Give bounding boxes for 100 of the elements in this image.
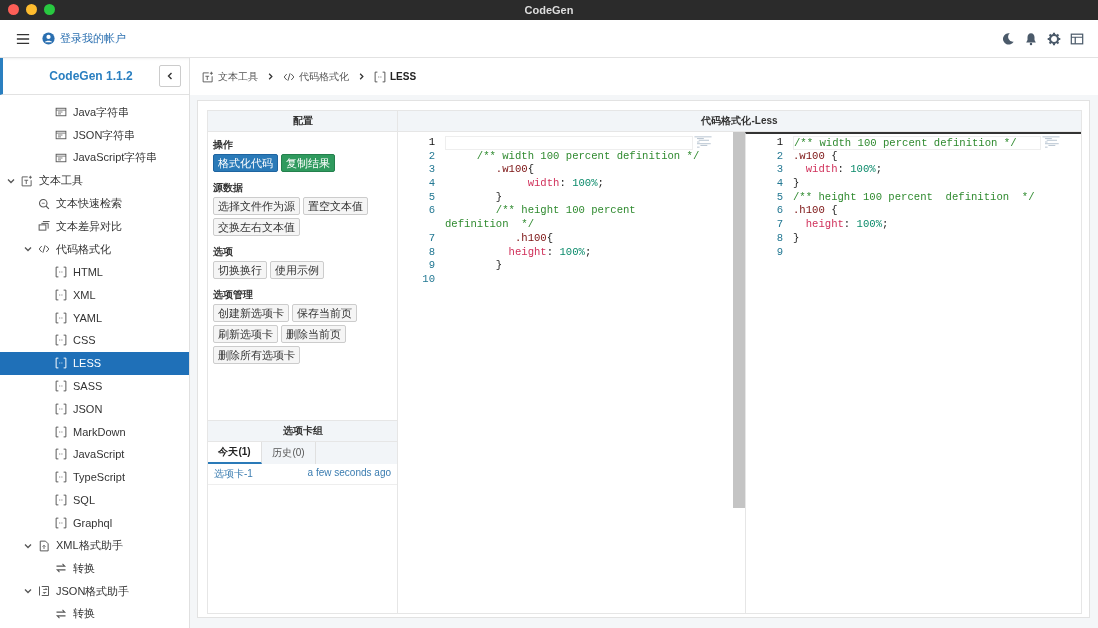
- tree-item[interactable]: XML: [0, 283, 189, 307]
- action-button[interactable]: 删除当前页: [281, 325, 346, 343]
- code-line: width: 100%;: [804, 163, 883, 176]
- code-line: /** height 100 percent definition */: [793, 190, 1035, 203]
- moon-icon[interactable]: [1001, 31, 1015, 46]
- column-header: 代码格式化-Less: [398, 111, 1081, 132]
- tree-item[interactable]: LESS: [0, 351, 189, 375]
- brackets-icon: [55, 402, 67, 415]
- action-button[interactable]: 切换换行: [213, 261, 267, 279]
- tree-item[interactable]: SQL: [0, 488, 189, 512]
- brackets-icon: [55, 265, 67, 278]
- line-number: 7: [775, 218, 783, 232]
- action-button[interactable]: 复制结果: [281, 154, 335, 172]
- code-line: .h100 {: [793, 204, 838, 217]
- brackets-icon: [55, 493, 67, 506]
- tree-item[interactable]: JavaScript: [0, 442, 189, 466]
- section-title: 选项管理: [213, 288, 254, 302]
- timestamp: a few seconds ago: [307, 467, 391, 480]
- tree-item[interactable]: Java字符串: [0, 101, 189, 124]
- tree-item[interactable]: 文本工具: [0, 169, 189, 193]
- tab[interactable]: 今天(1): [208, 442, 262, 464]
- code-line: }: [494, 190, 503, 203]
- code-line: /** height 100 percent: [494, 204, 636, 217]
- action-button[interactable]: 删除所有选项卡: [213, 346, 300, 364]
- brackets-icon: [55, 471, 67, 484]
- tree-item[interactable]: JavaScript字符串: [0, 146, 189, 170]
- tree-item[interactable]: JSON格式助手: [0, 579, 189, 603]
- chevron-left-icon: [165, 71, 175, 81]
- code-line: width: 100%;: [526, 177, 604, 190]
- brackets-icon: [55, 379, 67, 392]
- close-button[interactable]: [8, 4, 19, 15]
- code-line: .w100{: [494, 163, 534, 176]
- action-button[interactable]: 使用示例: [270, 261, 324, 279]
- code-line: /** width 100 percent definition */: [475, 149, 700, 162]
- code-line: definition */: [445, 218, 534, 231]
- login-link[interactable]: 登录我的帐户: [60, 31, 126, 46]
- tree-item[interactable]: 转换: [0, 556, 189, 580]
- collapse-button[interactable]: [159, 65, 181, 87]
- line-number: 8: [775, 231, 783, 246]
- action-button[interactable]: 置空文本值: [303, 197, 368, 215]
- settings-icon[interactable]: [1047, 31, 1061, 46]
- code-line: .h100{: [513, 231, 554, 244]
- action-button[interactable]: 选择文件作为源: [213, 197, 300, 215]
- action-button[interactable]: 创建新选项卡: [213, 304, 289, 322]
- minimize-button[interactable]: [26, 4, 37, 15]
- brackets-icon: [55, 334, 67, 347]
- code-line: /** width 100 percent definition */: [794, 137, 1017, 149]
- code-icon: [38, 243, 50, 256]
- line-number: 9: [775, 245, 783, 260]
- text-edit-icon: [202, 70, 214, 83]
- action-button[interactable]: 刷新选项卡: [213, 325, 278, 343]
- line-number: 1: [775, 136, 783, 150]
- action-button[interactable]: 保存当前页: [292, 304, 357, 322]
- line-number: 2: [775, 149, 783, 164]
- line-number: 8: [427, 245, 435, 260]
- code-line: height: 100%;: [507, 245, 592, 258]
- swap-icon: [55, 562, 67, 575]
- user-icon: [42, 32, 55, 45]
- tree-item[interactable]: 文本差异对比: [0, 215, 189, 238]
- tree-item[interactable]: 文本快速检索: [0, 192, 189, 215]
- tree-item[interactable]: JSON字符串: [0, 123, 189, 147]
- code-icon: [283, 70, 295, 83]
- menu-icon[interactable]: [16, 31, 30, 46]
- text-box-icon: [55, 129, 67, 142]
- section-title: 选项: [213, 245, 234, 259]
- maximize-button[interactable]: [44, 4, 55, 15]
- text-box-icon: [55, 152, 67, 164]
- brackets-icon: [55, 288, 67, 301]
- tree-item[interactable]: CSS: [0, 328, 189, 352]
- tree-item[interactable]: MarkDown: [0, 420, 189, 443]
- tree-item[interactable]: Graphql: [0, 511, 189, 535]
- action-button[interactable]: 格式化代码: [213, 154, 278, 172]
- section-title: 操作: [213, 138, 234, 152]
- tree-item[interactable]: YAML: [0, 306, 189, 329]
- code-line: }: [793, 231, 800, 244]
- line-number: 5: [427, 190, 435, 205]
- brackets-icon: [374, 70, 386, 83]
- breadcrumb-link[interactable]: 文本工具: [218, 69, 258, 84]
- breadcrumb-link[interactable]: 代码格式化: [299, 69, 349, 84]
- bell-icon[interactable]: [1024, 31, 1038, 46]
- brackets-icon: [55, 516, 67, 529]
- tree-item[interactable]: XML格式助手: [0, 534, 189, 557]
- tree-item[interactable]: HTML: [0, 260, 189, 284]
- tab-item-link[interactable]: 选项卡-1: [214, 467, 253, 481]
- line-number: 3: [775, 163, 783, 178]
- section-title: 源数据: [213, 181, 244, 195]
- tree-item[interactable]: SASS: [0, 374, 189, 398]
- layout-icon[interactable]: [1070, 31, 1084, 46]
- tree-item[interactable]: 转换: [0, 602, 189, 626]
- tree-item[interactable]: TypeScript: [0, 465, 189, 489]
- code-editor[interactable]: 1 2 3 4 5 6 7 8 9 /** width 100 percent definition */ .w100 { width: 100%; } /** height 100 percent definition */ .h100 { height: 100%; }: [745, 132, 1081, 613]
- action-button[interactable]: 交换左右文本值: [213, 218, 300, 236]
- tree-item[interactable]: JSON: [0, 397, 189, 421]
- scrollbar[interactable]: [733, 132, 745, 508]
- windows-icon: [38, 220, 50, 233]
- tree-item[interactable]: 代码格式化: [0, 237, 189, 261]
- code-line: }: [793, 177, 800, 190]
- line-number: 2: [427, 149, 435, 164]
- code-line: .w100 {: [793, 149, 838, 162]
- brackets-icon: [55, 311, 67, 324]
